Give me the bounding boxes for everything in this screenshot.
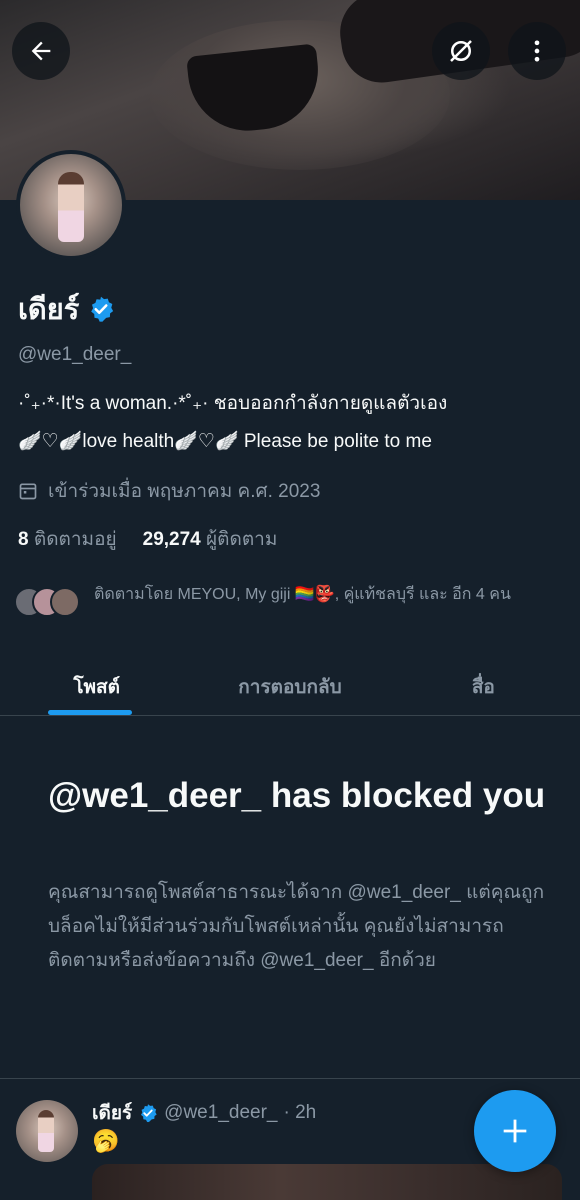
blocked-title: @we1_deer_ has blocked you <box>48 776 546 815</box>
more-vertical-icon <box>534 40 540 62</box>
calendar-icon <box>19 483 37 500</box>
followers-you-know[interactable]: ติดตามโดย MEYOU, My giji 🏳️‍🌈👺, คู่แท้ชล… <box>14 582 574 622</box>
avatar-photo <box>38 1110 54 1152</box>
joined-date: เข้าร่วมเมื่อ พฤษภาคม ค.ศ. 2023 <box>18 476 320 506</box>
follow-counts: 8 ติดตามอยู่ 29,274 ผู้ติดตาม <box>18 524 277 554</box>
display-name-text: เดียร์ <box>18 294 80 326</box>
compose-button[interactable] <box>474 1090 556 1172</box>
profile-bio: ·˚₊·*·It's a woman.·*˚₊· ชอบออกกำลังกายด… <box>18 385 568 461</box>
plus-icon <box>503 1119 527 1143</box>
profile-handle: @we1_deer_ <box>18 344 132 365</box>
followed-by-avatars <box>14 582 86 622</box>
active-tab-indicator <box>48 710 132 715</box>
joined-text: เข้าร่วมเมื่อ พฤษภาคม ค.ศ. 2023 <box>48 481 321 502</box>
tweet-header: เดียร์ @we1_deer_ · 2h <box>92 1098 316 1128</box>
verified-badge-icon <box>141 1104 157 1123</box>
tab-media[interactable]: สื่อ <box>387 658 580 715</box>
verified-badge-icon[interactable] <box>87 295 115 323</box>
bio-line: 🪽♡🪽love health🪽♡🪽 Please be polite to me <box>18 431 432 452</box>
followers-link[interactable]: 29,274 ผู้ติดตาม <box>143 524 278 554</box>
followers-label: ผู้ติดตาม <box>206 529 278 550</box>
tweet-text: 🥱 <box>92 1128 120 1153</box>
following-label: ติดตามอยู่ <box>33 529 117 550</box>
tweet-time: · 2h <box>283 1102 317 1123</box>
grok-button[interactable] <box>432 22 490 80</box>
followers-count: 29,274 <box>142 529 201 550</box>
divider <box>0 1078 580 1079</box>
back-button[interactable] <box>12 22 70 80</box>
tweet-author-handle[interactable]: @we1_deer_ <box>164 1102 277 1124</box>
bio-line: ·˚₊·*·It's a woman.·*˚₊· ชอบออกกำลังกายด… <box>18 393 448 414</box>
tweet-author-name[interactable]: เดียร์ <box>92 1098 132 1128</box>
profile-tabs: โพสต์ การตอบกลับ สื่อ <box>0 658 580 716</box>
tweet-avatar[interactable] <box>16 1100 78 1162</box>
tweet-media[interactable] <box>92 1164 562 1200</box>
blocked-description: คุณสามารถดูโพสต์สาธารณะได้จาก @we1_deer_… <box>48 882 545 971</box>
profile-display-name: เดียร์ <box>18 286 115 332</box>
more-options-button[interactable] <box>508 22 566 80</box>
following-count: 8 <box>18 529 29 550</box>
profile-avatar[interactable] <box>16 150 126 260</box>
grok-icon <box>450 40 472 62</box>
tab-replies[interactable]: การตอบกลับ <box>193 658 386 715</box>
following-link[interactable]: 8 ติดตามอยู่ <box>18 524 117 554</box>
tab-posts[interactable]: โพสต์ <box>0 658 193 715</box>
followed-by-text: ติดตามโดย MEYOU, My giji 🏳️‍🌈👺, คู่แท้ชล… <box>94 586 511 603</box>
mini-avatar <box>50 587 80 617</box>
avatar-photo <box>58 172 84 242</box>
arrow-left-icon <box>31 41 51 61</box>
